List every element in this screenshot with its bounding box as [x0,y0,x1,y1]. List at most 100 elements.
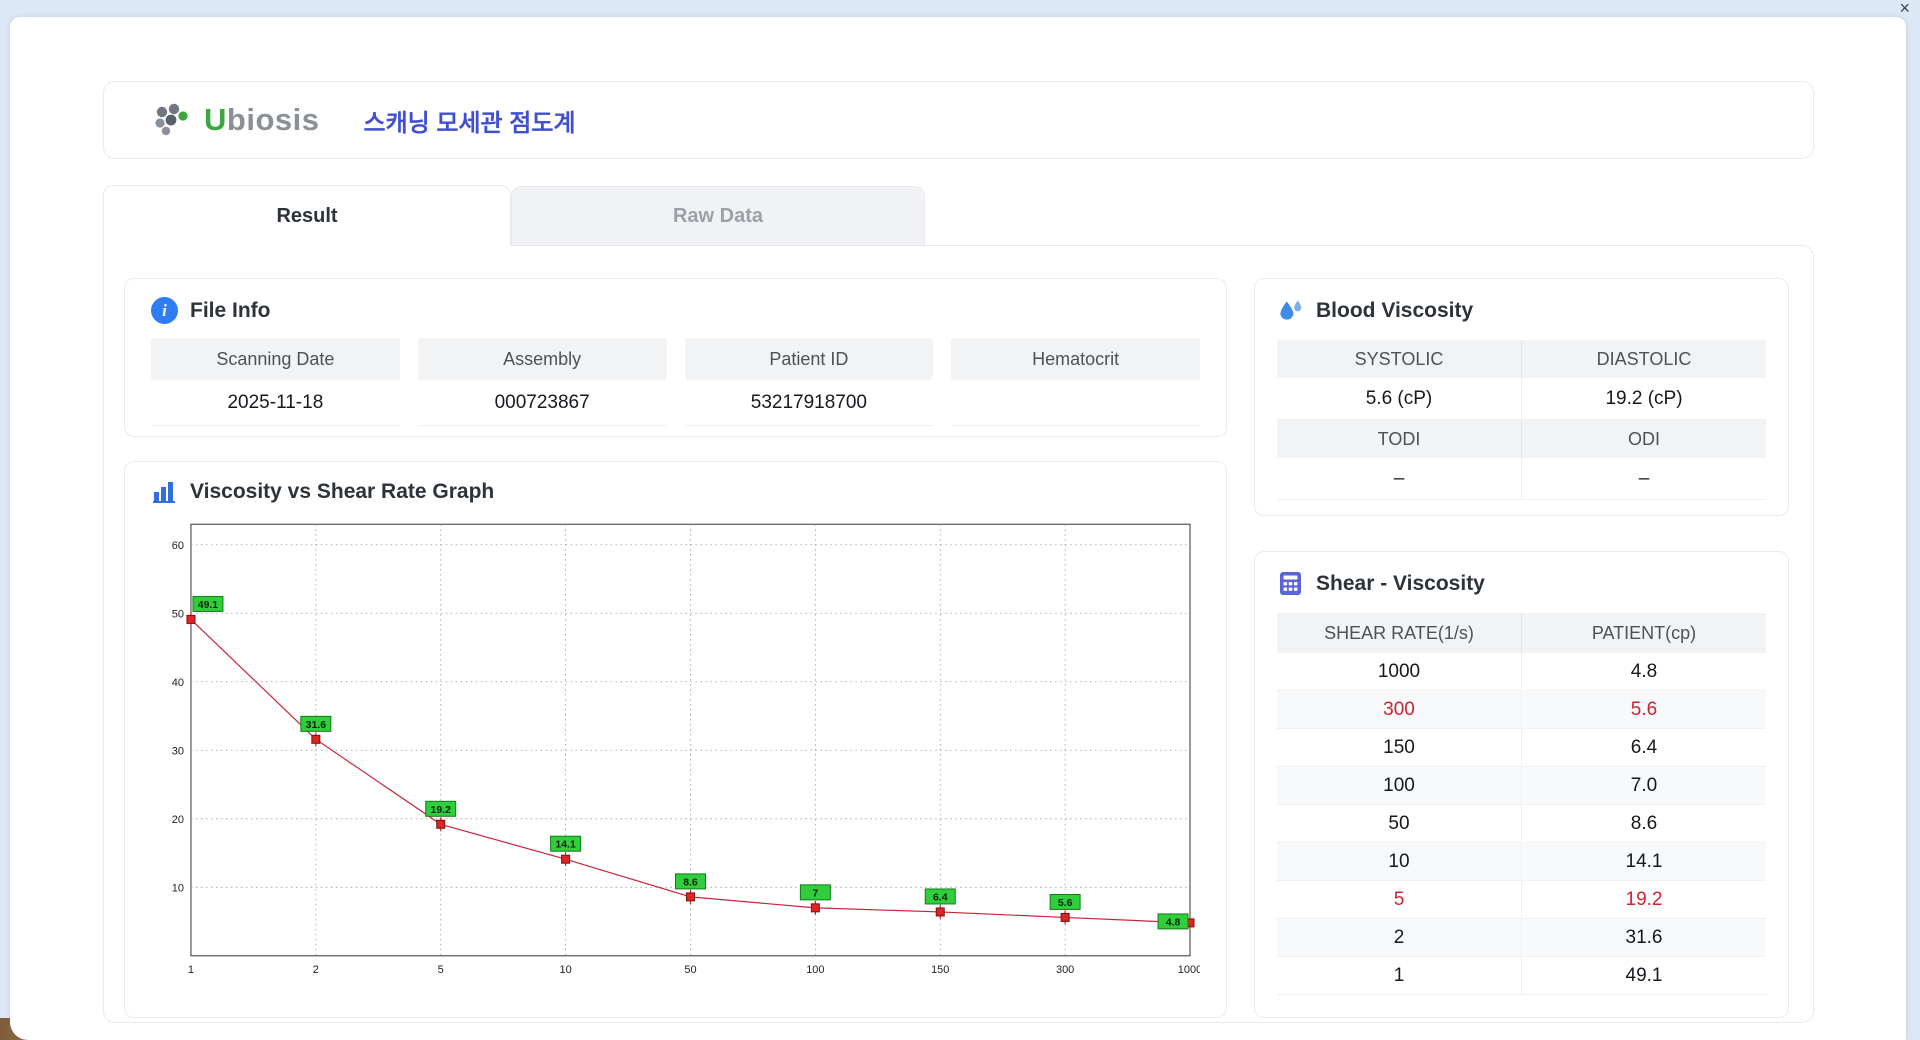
svg-text:1: 1 [188,964,194,976]
svg-text:19.2: 19.2 [431,805,452,816]
patient-viscosity-cell: 7.0 [1522,767,1766,805]
shear-rate-column-header: SHEAR RATE(1/s) [1277,613,1522,653]
blood-viscosity-header-row: SYSTOLIC DIASTOLIC [1277,340,1766,378]
file-info-field-label: Patient ID [684,338,934,380]
svg-text:1000: 1000 [1178,964,1200,976]
svg-text:8.6: 8.6 [683,877,698,888]
shear-viscosity-row: 150 6.4 [1277,729,1766,767]
file-info-field-value [951,380,1200,426]
viscosity-chart-svg: 10 20 30 40 50 60 1 2 5 10 50 100 150 300 1000 49.1 31.6… [172,523,1200,976]
result-panel: i File Info Scanning Date 2025-11-18 Ass… [103,245,1814,1023]
bar-chart-icon [153,482,175,503]
tab-raw-data[interactable]: Raw Data [511,186,925,245]
file-info-field: Patient ID 53217918700 [684,338,934,426]
file-info-field-value: 000723867 [417,380,667,426]
blood-viscosity-title-row: Blood Viscosity [1277,297,1766,324]
blood-viscosity-header-cell: DIASTOLIC [1522,340,1766,378]
shear-viscosity-row: 1 49.1 [1277,957,1766,995]
file-info-field-value: 2025-11-18 [151,380,400,426]
blood-viscosity-card: Blood Viscosity SYSTOLIC DIASTOLIC 5.6 (… [1254,278,1789,516]
patient-viscosity-cell: 31.6 [1522,919,1766,957]
graph-card: Viscosity vs Shear Rate Graph 10 20 30 40 50… [124,461,1227,1018]
patient-column-header: PATIENT(cp) [1522,613,1766,653]
shear-rate-cell: 300 [1277,691,1522,729]
file-info-field: Scanning Date 2025-11-18 [151,338,400,426]
svg-text:4.8: 4.8 [1166,917,1181,928]
blood-viscosity-value-row: – – [1277,458,1766,500]
shear-rate-cell: 10 [1277,843,1522,881]
file-info-field: Hematocrit [951,338,1200,426]
tab-result[interactable]: Result [103,185,511,246]
file-info-field-label: Assembly [417,338,667,380]
patient-viscosity-cell: 6.4 [1522,729,1766,767]
patient-viscosity-cell: 4.8 [1522,653,1766,691]
left-column: i File Info Scanning Date 2025-11-18 Ass… [124,278,1227,1018]
svg-text:6.4: 6.4 [933,892,948,903]
window-close-button[interactable]: × [1899,0,1910,17]
shear-viscosity-row: 1000 4.8 [1277,653,1766,691]
svg-text:60: 60 [172,540,184,552]
blood-viscosity-header-cell: TODI [1277,420,1522,458]
shear-rate-cell: 1000 [1277,653,1522,691]
ubiosis-logo: Ubiosis [152,102,319,138]
svg-text:40: 40 [172,677,184,689]
patient-viscosity-cell: 8.6 [1522,805,1766,843]
svg-text:20: 20 [172,814,184,826]
svg-text:14.1: 14.1 [555,840,576,851]
blood-viscosity-header-row: TODI ODI [1277,420,1766,458]
shear-viscosity-title: Shear - Viscosity [1316,571,1485,595]
blood-viscosity-value-row: 5.6 (cP) 19.2 (cP) [1277,378,1766,420]
blood-viscosity-value-cell: – [1522,458,1766,500]
right-column: Blood Viscosity SYSTOLIC DIASTOLIC 5.6 (… [1254,278,1789,1018]
app-title: 스캐닝 모세관 점도계 [363,109,576,137]
graph-title: Viscosity vs Shear Rate Graph [190,479,495,503]
svg-text:50: 50 [684,964,696,976]
file-info-fields: Scanning Date 2025-11-18 Assembly 000723… [151,338,1200,426]
patient-viscosity-cell: 49.1 [1522,957,1766,995]
blood-viscosity-table: SYSTOLIC DIASTOLIC 5.6 (cP) 19.2 (cP) TO… [1277,340,1766,500]
svg-text:300: 300 [1056,964,1074,976]
svg-text:5: 5 [438,964,444,976]
blood-viscosity-header-cell: SYSTOLIC [1277,340,1522,378]
shear-viscosity-rows: 1000 4.8 300 5.6 150 6.4 100 7.0 50 8.6 … [1277,653,1766,995]
shear-viscosity-row: 100 7.0 [1277,767,1766,805]
logo-letter-u: U [204,102,227,137]
svg-text:2: 2 [313,964,319,976]
shear-viscosity-row: 50 8.6 [1277,805,1766,843]
svg-text:100: 100 [806,964,824,976]
logo-text: Ubiosis [204,102,319,138]
blood-viscosity-value-cell: 5.6 (cP) [1277,378,1522,420]
svg-text:10: 10 [172,882,184,894]
svg-text:5.6: 5.6 [1058,898,1073,909]
file-info-field-label: Hematocrit [951,338,1200,380]
shear-viscosity-card: Shear - Viscosity SHEAR RATE(1/s) PATIEN… [1254,551,1789,1018]
shear-rate-cell: 150 [1277,729,1522,767]
file-info-title: File Info [190,298,271,322]
shear-rate-cell: 5 [1277,881,1522,919]
droplet-icon [1280,300,1302,320]
blood-viscosity-title: Blood Viscosity [1316,298,1474,322]
patient-viscosity-cell: 14.1 [1522,843,1766,881]
svg-text:31.6: 31.6 [306,720,327,731]
shear-rate-cell: 100 [1277,767,1522,805]
shear-viscosity-header-row: SHEAR RATE(1/s) PATIENT(cp) [1277,613,1766,653]
file-info-title-row: i File Info [151,297,1200,324]
patient-viscosity-cell: 19.2 [1522,881,1766,919]
svg-text:150: 150 [931,964,949,976]
blood-viscosity-value-cell: 19.2 (cP) [1522,378,1766,420]
file-info-field-value: 53217918700 [684,380,934,426]
svg-text:7: 7 [812,888,818,899]
header-card: Ubiosis 스캐닝 모세관 점도계 [103,81,1814,159]
blood-viscosity-value-cell: – [1277,458,1522,500]
shear-viscosity-row: 300 5.6 [1277,691,1766,729]
file-info-field-label: Scanning Date [151,338,400,380]
file-info-card: i File Info Scanning Date 2025-11-18 Ass… [124,278,1227,437]
svg-text:49.1: 49.1 [198,600,219,611]
app-window: Ubiosis 스캐닝 모세관 점도계 Result Raw Data i Fi… [10,17,1906,1040]
shear-rate-cell: 50 [1277,805,1522,843]
tab-bar: Result Raw Data [103,185,1814,246]
shear-rate-cell: 1 [1277,957,1522,995]
shear-viscosity-row: 10 14.1 [1277,843,1766,881]
svg-text:30: 30 [172,745,184,757]
patient-viscosity-cell: 5.6 [1522,691,1766,729]
